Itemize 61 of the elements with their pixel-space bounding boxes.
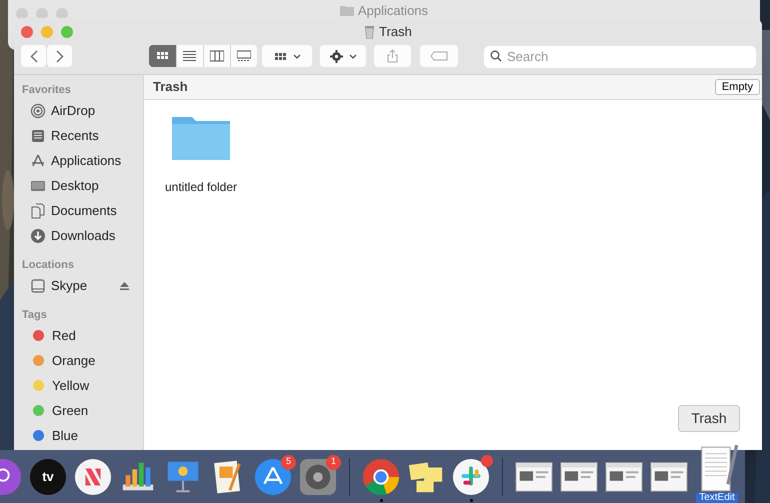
tv-app-icon[interactable]: tv xyxy=(29,458,67,496)
sidebar-heading: Locations xyxy=(22,258,75,273)
search-field[interactable]: Search xyxy=(484,46,756,68)
notification-badge: 1 xyxy=(326,454,341,470)
columns-view-icon xyxy=(210,50,224,62)
icons-view-icon xyxy=(156,50,170,62)
sidebar-item[interactable]: Blue xyxy=(22,423,143,448)
dock-separator xyxy=(349,458,350,496)
news-app-icon[interactable] xyxy=(74,458,112,496)
app-name-label: TextEdit xyxy=(696,493,738,503)
list-view-icon xyxy=(183,50,197,62)
tooltip: Trash xyxy=(678,405,740,432)
search-icon xyxy=(490,50,502,62)
sidebar-item[interactable]: Recents xyxy=(22,123,143,148)
recents-icon xyxy=(30,128,46,144)
slack-app-icon[interactable] xyxy=(452,458,490,496)
view-mode-tab[interactable] xyxy=(176,45,203,67)
sidebar-item[interactable]: Orange xyxy=(22,348,143,373)
appstore-app-icon[interactable] xyxy=(254,458,292,496)
sidebar-item[interactable]: Yellow xyxy=(22,373,143,398)
downloads-icon xyxy=(30,228,46,244)
sidebar-item[interactable]: Green xyxy=(22,398,143,423)
sidebar-heading: Tags xyxy=(22,308,48,323)
group-button[interactable] xyxy=(262,45,312,67)
drive-icon xyxy=(30,278,46,294)
sidebar-item[interactable]: Documents xyxy=(22,198,143,223)
sidebar-item[interactable]: AirDrop xyxy=(22,98,143,123)
action-button[interactable] xyxy=(320,45,366,67)
chrome-app-icon[interactable] xyxy=(362,458,400,496)
window-title: Trash xyxy=(379,23,412,41)
sidebar-item[interactable]: Applications xyxy=(22,148,143,173)
gallery-view-icon xyxy=(237,50,251,62)
forward-button[interactable] xyxy=(47,45,72,67)
back-button[interactable] xyxy=(21,45,46,67)
notification-badge: 5 xyxy=(281,454,296,470)
sidebar-heading: Favorites xyxy=(22,83,72,98)
trash-can-icon xyxy=(364,24,376,39)
sidebar-item[interactable]: Downloads xyxy=(22,223,143,248)
window-title: Applications xyxy=(358,2,428,20)
dock-separator xyxy=(502,458,503,496)
documents-icon xyxy=(30,202,46,218)
sidebar-item[interactable]: Skype xyxy=(22,273,143,298)
grid-icon xyxy=(274,50,286,62)
tag-icon xyxy=(430,51,448,61)
view-mode-tab[interactable] xyxy=(203,45,230,67)
path-bar: Trash Empty xyxy=(144,75,762,100)
share-icon xyxy=(387,49,398,63)
view-mode-tab[interactable] xyxy=(230,45,257,67)
caret-icon xyxy=(348,54,356,58)
sidebar-item[interactable]: Red xyxy=(22,323,143,348)
eject-icon[interactable] xyxy=(120,282,129,290)
empty-button[interactable]: Empty xyxy=(714,79,760,95)
view-mode-tab[interactable] xyxy=(149,45,176,67)
file-name[interactable]: untitled folder xyxy=(164,178,238,196)
airdrop-icon xyxy=(30,102,46,118)
close-button[interactable] xyxy=(21,26,33,38)
caret-icon xyxy=(292,54,300,58)
gear-icon xyxy=(330,50,342,62)
sidebar-item[interactable]: Desktop xyxy=(22,173,143,198)
applications-icon xyxy=(30,152,46,168)
settings-app-icon[interactable] xyxy=(299,458,337,496)
